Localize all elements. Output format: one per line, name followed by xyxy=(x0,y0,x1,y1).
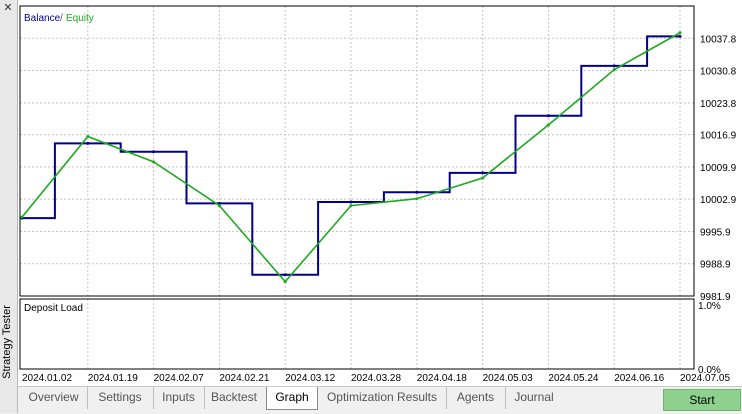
tab-bar: Overview Settings Inputs Backtest Graph … xyxy=(18,386,742,414)
series-point-equity xyxy=(86,134,90,138)
series-point-balance xyxy=(86,141,90,145)
x-axis-labels: 2024.01.02 2024.01.19 2024.02.07 2024.02.21… xyxy=(22,373,730,384)
series-point-equity xyxy=(20,215,24,219)
deposit-y-top: 1.0% xyxy=(698,301,721,312)
series-point-equity xyxy=(152,160,156,164)
series-point-equity xyxy=(349,204,353,208)
series-point-balance xyxy=(678,34,682,38)
series-point-balance xyxy=(612,64,616,68)
series-point-balance xyxy=(283,273,287,277)
chart-area: 10037.8 10030.8 10023.8 10016.9 10009.9 10002… xyxy=(18,0,742,386)
series-point-equity xyxy=(481,176,485,180)
series-point-equity xyxy=(678,31,682,35)
y-tick-label: 10009.9 xyxy=(700,163,737,174)
side-panel: ✕ Strategy Tester xyxy=(0,0,18,413)
series-point-balance xyxy=(349,200,353,204)
x-tick-label: 2024.03.12 xyxy=(285,373,335,384)
series-point-equity xyxy=(415,197,419,201)
tab-overview[interactable]: Overview xyxy=(20,387,88,409)
x-tick-label: 2024.05.03 xyxy=(483,373,533,384)
series-point-equity xyxy=(612,68,616,72)
panel-title: Strategy Tester xyxy=(1,305,13,379)
x-tick-label: 2024.01.02 xyxy=(22,373,72,384)
series-point-equity xyxy=(217,204,221,208)
tab-journal[interactable]: Journal xyxy=(505,387,563,409)
legend-equity: Equity xyxy=(66,13,94,24)
y-tick-label: 10002.9 xyxy=(700,195,737,206)
close-icon[interactable]: ✕ xyxy=(2,2,14,14)
series-group xyxy=(20,31,682,284)
x-tick-label: 2024.05.24 xyxy=(548,373,598,384)
tab-agents[interactable]: Agents xyxy=(446,387,506,409)
x-tick-label: 2024.02.07 xyxy=(154,373,204,384)
series-point-balance xyxy=(546,114,550,118)
x-tick-label: 2024.04.18 xyxy=(417,373,467,384)
tab-graph[interactable]: Graph xyxy=(266,387,318,410)
chart-canvas: 10037.8 10030.8 10023.8 10016.9 10009.9 10002… xyxy=(19,5,737,384)
x-tick-label: 2024.01.19 xyxy=(88,373,138,384)
legend-balance: Balance xyxy=(24,13,61,24)
x-tick-label: 2024.03.28 xyxy=(351,373,401,384)
tab-settings[interactable]: Settings xyxy=(87,387,154,409)
grid xyxy=(20,6,694,369)
start-button[interactable]: Start xyxy=(663,389,741,411)
y-tick-label: 9995.9 xyxy=(700,227,731,238)
y-tick-label: 10023.8 xyxy=(700,99,737,110)
tab-backtest[interactable]: Backtest xyxy=(204,387,264,409)
legend-separator: / xyxy=(60,13,63,24)
deposit-pane-frame xyxy=(19,298,695,370)
y-tick-label: 9988.9 xyxy=(700,260,731,271)
series-point-balance xyxy=(152,150,156,154)
series-point-balance xyxy=(481,171,485,175)
y-tick-label: 10037.8 xyxy=(700,34,737,45)
x-tick-label: 2024.02.21 xyxy=(219,373,269,384)
tab-inputs[interactable]: Inputs xyxy=(153,387,205,409)
tab-optimization-results[interactable]: Optimization Results xyxy=(318,387,447,409)
y-axis-labels: 10037.8 10030.8 10023.8 10016.9 10009.9 10002… xyxy=(700,34,737,303)
y-tick-label: 10016.9 xyxy=(700,131,737,142)
y-tick-label: 10030.8 xyxy=(700,67,737,78)
x-tick-label: 2024.06.16 xyxy=(614,373,664,384)
deposit-pane-title: Deposit Load xyxy=(24,303,83,314)
series-point-balance xyxy=(415,190,419,194)
series-point-equity xyxy=(283,280,287,284)
deposit-y-bottom: 0.0% xyxy=(698,365,721,376)
series-point-equity xyxy=(546,123,550,127)
